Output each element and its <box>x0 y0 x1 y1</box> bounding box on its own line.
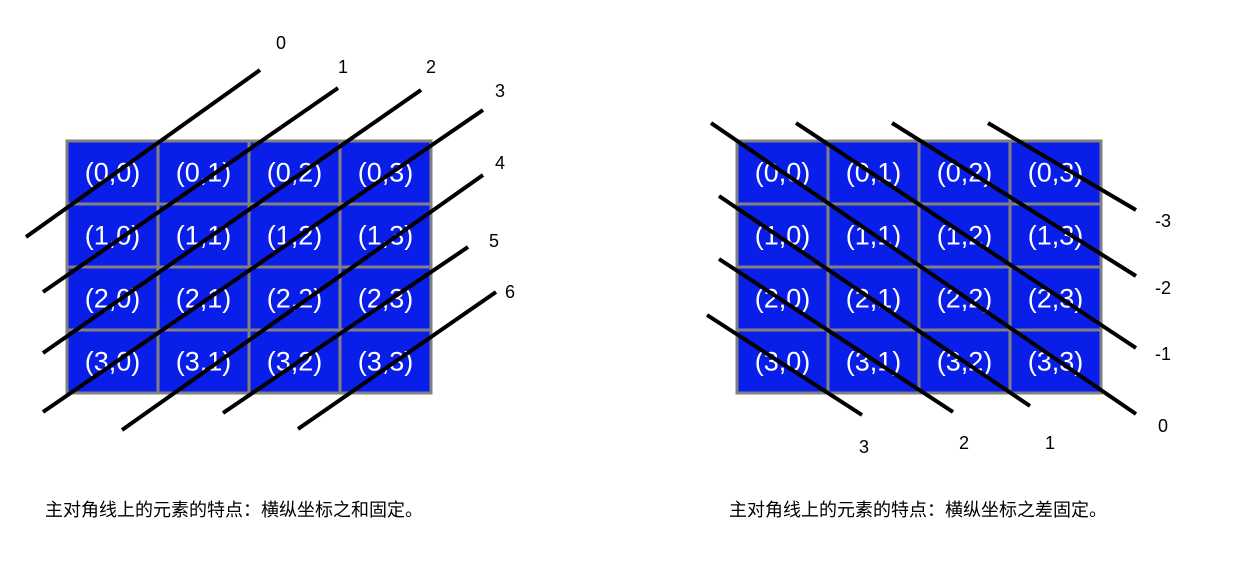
left-cell-label: (1,1) <box>176 221 232 251</box>
left-line-label: 2 <box>426 57 436 77</box>
left-cell: (0,2) <box>247 139 342 206</box>
left-caption: 主对角线上的元素的特点：横纵坐标之和固定。 <box>45 500 423 521</box>
left-cell: (3,0) <box>65 328 160 395</box>
left-cell: (0,1) <box>156 139 251 206</box>
right-line-label: -1 <box>1155 344 1171 364</box>
left-line-label: 6 <box>505 282 515 302</box>
left-cell-label: (0,2) <box>267 158 323 188</box>
left-cell: (1,1) <box>156 202 251 269</box>
right-line-label: 0 <box>1158 416 1168 436</box>
right-line-label: 2 <box>959 433 969 453</box>
left-cell: (2,2) <box>247 265 342 332</box>
right-line-label: -3 <box>1155 211 1171 231</box>
right-cell: (1,0) <box>735 202 830 269</box>
left-line-label: 1 <box>338 57 348 77</box>
left-line-label: 5 <box>489 231 499 251</box>
right-cell: (2,3) <box>1008 265 1103 332</box>
left-cell-label: (2,0) <box>85 284 141 314</box>
diagram-canvas: (0,0) (0,1) (0,2) (0,3)(1,0) (1,1) (1,2) (1,3)… <box>24 33 1171 457</box>
left-matrix-grid: (0,0) (0,1) (0,2) (0,3)(1,0) (1,1) (1,2) (1,3)… <box>65 139 433 395</box>
left-cell: (1,3) <box>338 202 433 269</box>
right-cell: (1,3) <box>1008 202 1103 269</box>
right-line-label: -2 <box>1155 278 1171 298</box>
left-line-label: 3 <box>495 81 505 101</box>
left-cell: (3,3) <box>338 328 433 395</box>
left-cell: (3,2) <box>247 328 342 395</box>
left-cell: (2,0) <box>65 265 160 332</box>
right-line-label: 1 <box>1045 433 1055 453</box>
right-cell: (0,3) <box>1008 139 1103 206</box>
left-cell: (1,0) <box>65 202 160 269</box>
left-cell: (2,1) <box>156 265 251 332</box>
right-line-label: 3 <box>859 437 869 457</box>
left-cell: (1,2) <box>247 202 342 269</box>
left-line-label: 0 <box>276 33 286 53</box>
left-cell: (2,3) <box>338 265 433 332</box>
left-cell-label: (3,3) <box>358 347 414 377</box>
left-line-label: 4 <box>495 153 505 173</box>
left-cell: (0,3) <box>338 139 433 206</box>
left-cell: (3,1) <box>156 328 251 395</box>
right-caption: 主对角线上的元素的特点：横纵坐标之差固定。 <box>729 500 1107 521</box>
